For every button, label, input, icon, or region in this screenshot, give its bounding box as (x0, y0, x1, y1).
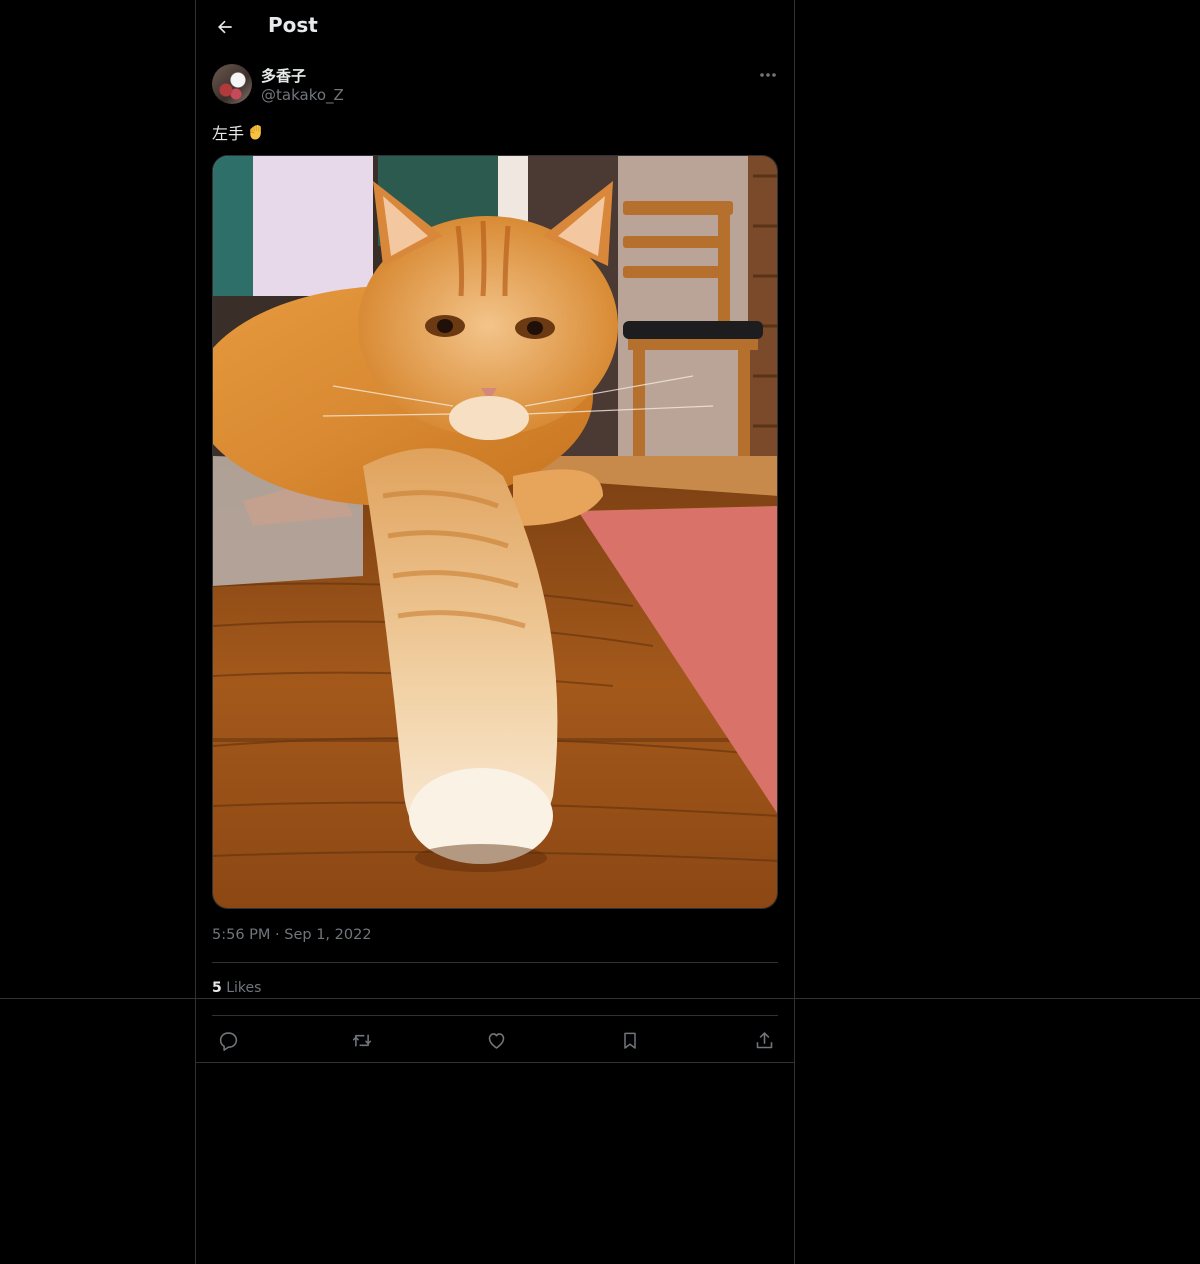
raised-fist-icon (250, 125, 261, 140)
post-time[interactable]: 5:56 PM (212, 927, 270, 943)
heart-icon (488, 1032, 504, 1049)
page-title: Post (268, 13, 318, 37)
reply-icon (219, 1031, 237, 1051)
repost-icon (352, 1033, 372, 1047)
arrow-left-icon (218, 20, 232, 34)
divider-top (212, 962, 778, 963)
post-text: 左手 (212, 120, 266, 144)
post-photo[interactable] (212, 155, 778, 909)
likes-count[interactable]: 5 Likes (212, 980, 261, 996)
share-button[interactable] (750, 1026, 778, 1054)
avatar[interactable] (212, 64, 252, 104)
post-bottom-border (196, 1062, 794, 1063)
bookmark-button[interactable] (616, 1026, 644, 1054)
more-dots-icon (760, 73, 776, 77)
divider-actions (212, 1015, 778, 1016)
page-header: Post (196, 0, 794, 54)
author-display-name[interactable]: 多香子 (261, 65, 306, 86)
main-column: Post 多香子 @takako_Z 左手 5:56 PM · Sep 1, 2… (195, 0, 795, 1264)
cat-photo (213, 156, 777, 908)
timestamp-separator: · (275, 927, 280, 943)
back-button[interactable] (208, 10, 242, 44)
post-timestamp: 5:56 PM · Sep 1, 2022 (212, 927, 372, 943)
post-date[interactable]: Sep 1, 2022 (284, 927, 371, 943)
reply-button[interactable] (214, 1026, 242, 1054)
more-options-button[interactable] (754, 64, 782, 86)
like-button[interactable] (482, 1026, 510, 1054)
post-text-content: 左手 (212, 124, 245, 143)
likes-number: 5 (212, 980, 222, 996)
repost-button[interactable] (348, 1026, 376, 1054)
likes-label: Likes (226, 980, 262, 996)
share-icon (756, 1031, 772, 1048)
bookmark-icon (624, 1032, 636, 1049)
author-handle[interactable]: @takako_Z (261, 86, 344, 104)
